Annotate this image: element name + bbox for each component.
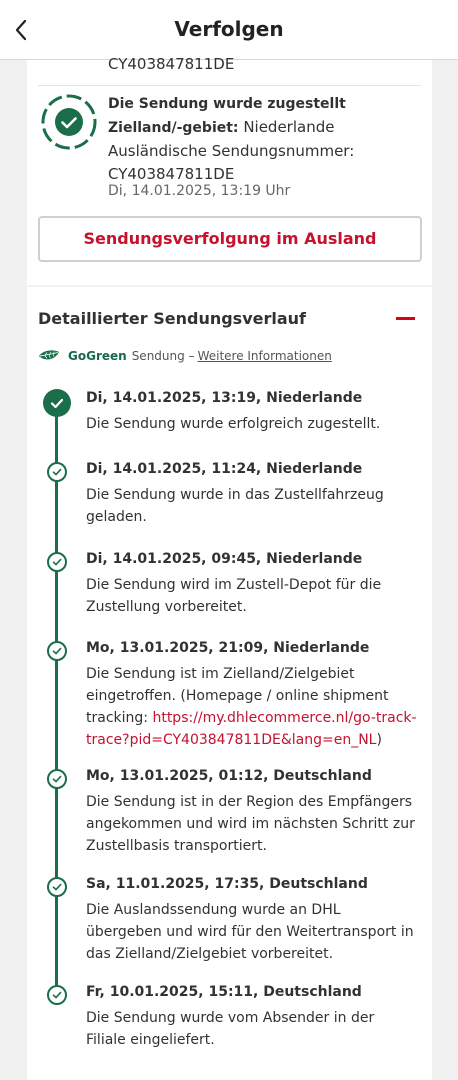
destination-value: Niederlande — [243, 118, 335, 136]
section-title: Detaillierter Sendungsverlauf — [38, 309, 306, 328]
check-icon — [47, 641, 67, 661]
gogreen-row: GoGreen Sendung – Weitere Informationen — [38, 347, 332, 365]
event-description: Die Sendung ist im Zielland/Zielgebiet e… — [86, 663, 418, 751]
check-icon — [47, 462, 67, 482]
gogreen-label: GoGreen — [68, 349, 127, 363]
event-description: Die Sendung wird im Zustell-Depot für di… — [86, 577, 382, 615]
check-icon — [43, 389, 71, 417]
event-date: Mo, 13.01.2025, 21:09, Niederlande — [86, 640, 370, 656]
page-title: Verfolgen — [174, 17, 284, 41]
shipment-history-card: Detaillierter Sendungsverlauf GoGreen Se… — [27, 287, 432, 1080]
status-date: Di, 14.01.2025, 13:19 Uhr — [108, 183, 291, 199]
event-description-end: ) — [376, 732, 382, 748]
event-date: Di, 14.01.2025, 13:19, Niederlande — [86, 390, 363, 406]
event-description: Die Sendung wurde in das Zustellfahrzeug… — [86, 487, 384, 525]
check-icon — [47, 985, 67, 1005]
status-details: Die Sendung wurde zugestellt Zielland/-g… — [108, 93, 423, 186]
destination-label: Zielland/-gebiet: — [108, 120, 239, 136]
shipment-number: CY403847811DE — [108, 55, 235, 73]
timeline-line — [55, 400, 58, 990]
status-headline: Die Sendung wurde zugestellt — [108, 96, 346, 112]
delivered-status-icon — [41, 94, 97, 150]
collapse-button[interactable] — [394, 307, 418, 329]
leaf-icon — [39, 350, 59, 360]
more-info-link[interactable]: Weitere Informationen — [198, 349, 332, 363]
event-description: Die Auslandssendung wurde an DHL übergeb… — [86, 902, 414, 962]
event-date: Sa, 11.01.2025, 17:35, Deutschland — [86, 876, 368, 892]
event-description: Die Sendung wurde erfolgreich zugestellt… — [86, 416, 381, 432]
event-description: Die Sendung wurde vom Absender in der Fi… — [86, 1010, 375, 1048]
foreign-number-label: Ausländische Sendungsnummer: — [108, 142, 355, 160]
shipment-summary-card: CY403847811DE Die Sendung wurde zugestel… — [27, 55, 432, 285]
check-icon — [47, 769, 67, 789]
event-date: Mo, 13.01.2025, 01:12, Deutschland — [86, 768, 372, 784]
app-header: Verfolgen — [0, 0, 458, 60]
check-icon — [47, 877, 67, 897]
check-icon — [47, 552, 67, 572]
event-date: Fr, 10.01.2025, 15:11, Deutschland — [86, 984, 362, 1000]
divider — [38, 85, 421, 86]
sendung-label: Sendung – — [131, 349, 195, 363]
event-date: Di, 14.01.2025, 09:45, Niederlande — [86, 551, 363, 567]
event-date: Di, 14.01.2025, 11:24, Niederlande — [86, 461, 363, 477]
destination-line: Zielland/-gebiet: Niederlande — [108, 116, 423, 140]
track-abroad-button[interactable]: Sendungsverfolgung im Ausland — [38, 216, 422, 262]
event-description: Die Sendung ist in der Region des Empfän… — [86, 794, 415, 854]
